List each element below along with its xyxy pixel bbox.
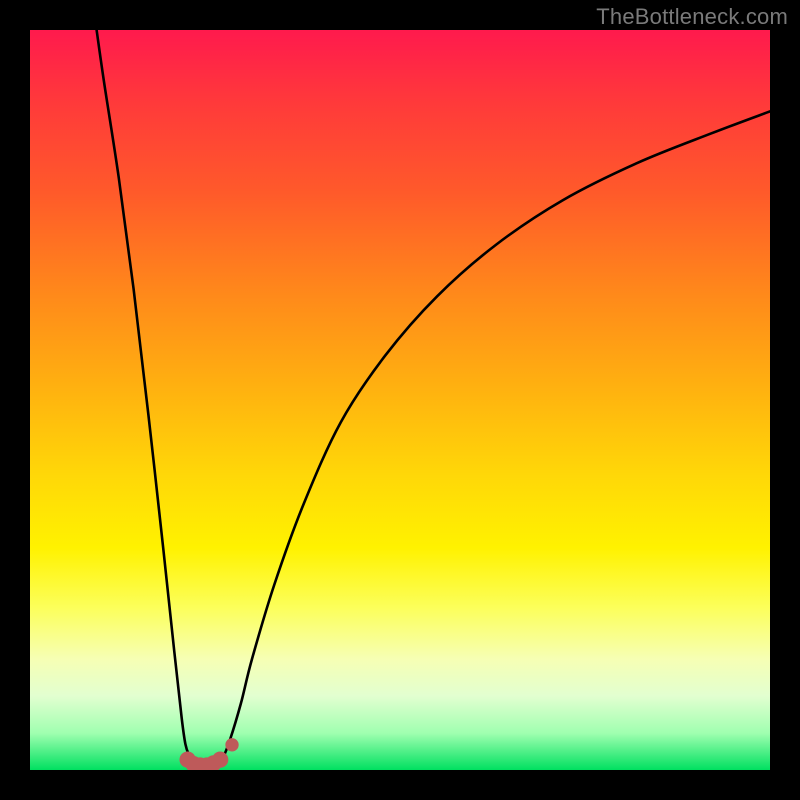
trough-marker-gap — [225, 738, 238, 751]
series-right-curve — [219, 111, 770, 762]
chart-svg — [30, 30, 770, 770]
trough-marker-6 — [212, 752, 228, 768]
chart-frame: TheBottleneck.com — [0, 0, 800, 800]
watermark-text: TheBottleneck.com — [596, 4, 788, 30]
series-left-curve — [97, 30, 197, 763]
plot-area — [30, 30, 770, 770]
marker-group — [179, 738, 238, 770]
series-group — [97, 30, 770, 763]
